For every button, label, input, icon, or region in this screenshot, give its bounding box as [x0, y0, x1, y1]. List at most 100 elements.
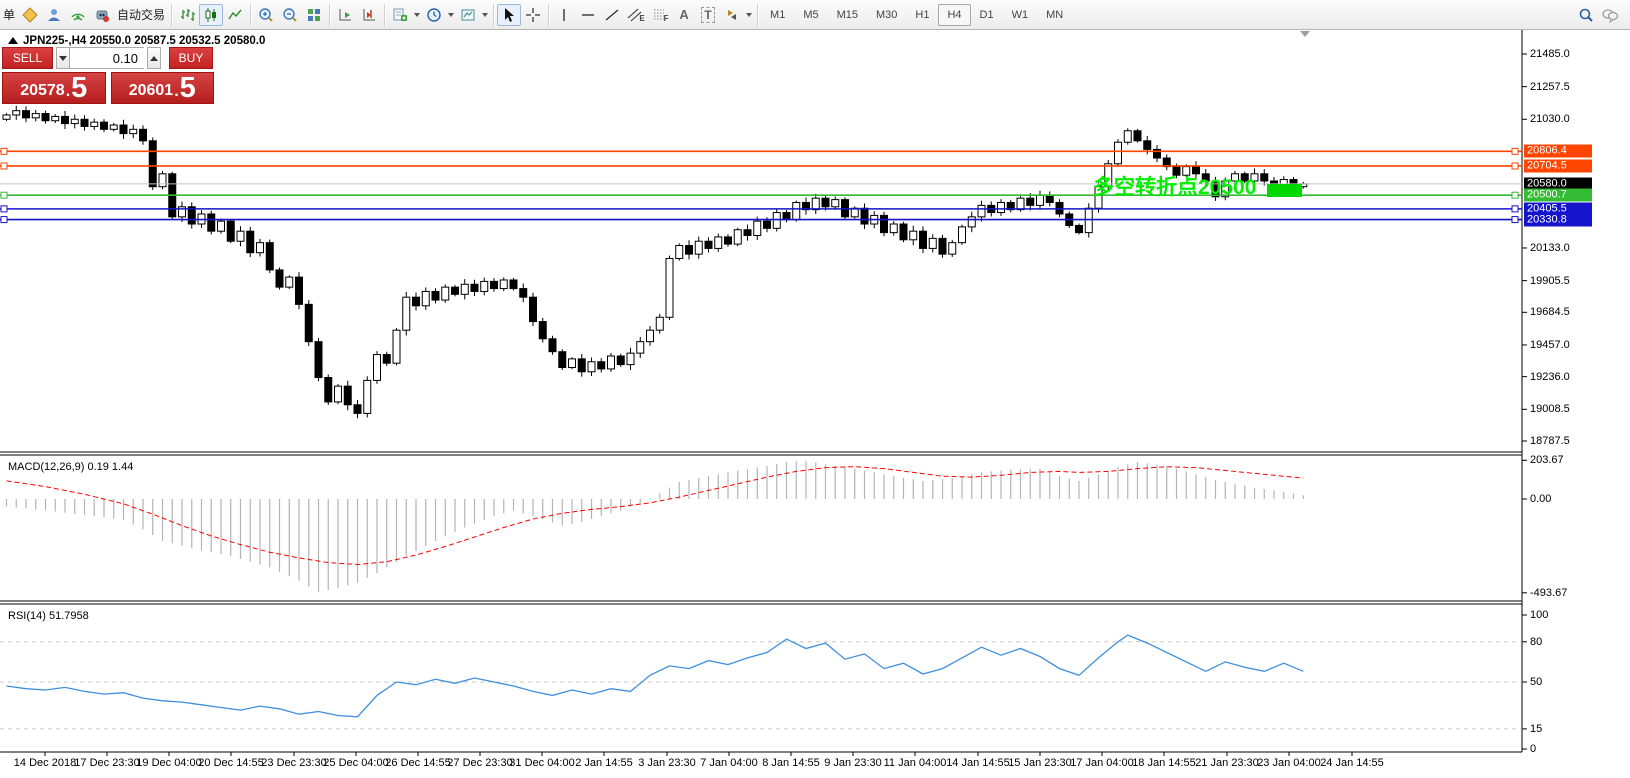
sell-button[interactable]: SELL: [2, 47, 53, 69]
candle-body[interactable]: [324, 377, 333, 403]
candle-body[interactable]: [460, 283, 469, 295]
tf-h4[interactable]: H4: [938, 3, 971, 26]
line-handle[interactable]: [0, 147, 8, 155]
line-handle[interactable]: [1511, 216, 1519, 224]
candle-body[interactable]: [607, 355, 615, 370]
candle-body[interactable]: [353, 404, 362, 414]
line-handle[interactable]: [1511, 162, 1519, 170]
candle-body[interactable]: [753, 220, 762, 236]
candle-body[interactable]: [1016, 197, 1025, 211]
candlestick-chart-button[interactable]: [199, 3, 224, 26]
candle-body[interactable]: [977, 204, 986, 218]
crosshair-button[interactable]: [521, 4, 545, 26]
candle-body[interactable]: [343, 385, 352, 406]
candle-body[interactable]: [928, 237, 937, 249]
add-indicator-dropdown[interactable]: [414, 12, 421, 17]
volume-down-button[interactable]: [56, 47, 70, 69]
candle-body[interactable]: [275, 269, 284, 288]
candle-body[interactable]: [51, 115, 60, 122]
candle-body[interactable]: [743, 229, 752, 236]
candle-body[interactable]: [636, 341, 645, 354]
candle-body[interactable]: [470, 283, 479, 292]
candle-body[interactable]: [217, 220, 225, 232]
text-label-button[interactable]: T: [696, 4, 720, 26]
candle-body[interactable]: [22, 110, 30, 119]
candle-body[interactable]: [236, 230, 245, 242]
candle-body[interactable]: [2, 114, 11, 120]
candle-body[interactable]: [597, 361, 606, 370]
candle-body[interactable]: [616, 355, 625, 366]
candle-body[interactable]: [558, 351, 567, 368]
candle-body[interactable]: [421, 290, 430, 307]
candle-body[interactable]: [733, 229, 742, 245]
candle-body[interactable]: [899, 223, 908, 241]
tf-w1[interactable]: W1: [1003, 4, 1038, 26]
line-handle[interactable]: [1511, 205, 1519, 213]
candle-body[interactable]: [948, 242, 957, 255]
candle-body[interactable]: [587, 361, 596, 373]
zoom-out-button[interactable]: [278, 4, 302, 26]
line-handle[interactable]: [1511, 147, 1519, 155]
candle-body[interactable]: [538, 321, 547, 340]
candle-body[interactable]: [1084, 207, 1093, 234]
volume-up-button[interactable]: [147, 47, 161, 69]
candle-body[interactable]: [763, 220, 771, 229]
candle-body[interactable]: [938, 237, 947, 255]
candle-body[interactable]: [967, 216, 976, 228]
tf-mn[interactable]: MN: [1037, 4, 1072, 26]
new-order-button[interactable]: 单: [0, 6, 18, 23]
candle-body[interactable]: [441, 286, 450, 301]
candle-body[interactable]: [129, 128, 138, 135]
candle-body[interactable]: [1133, 130, 1142, 142]
zoom-in-button[interactable]: [254, 4, 278, 26]
candle-body[interactable]: [1123, 130, 1132, 143]
volume-input[interactable]: [70, 47, 144, 69]
vertical-line-button[interactable]: [552, 4, 576, 26]
candle-body[interactable]: [1036, 194, 1044, 206]
candle-body[interactable]: [226, 220, 235, 242]
candle-body[interactable]: [490, 280, 498, 290]
candle-body[interactable]: [451, 286, 459, 295]
candle-body[interactable]: [909, 230, 918, 241]
tf-h1[interactable]: H1: [906, 4, 938, 26]
candle-body[interactable]: [499, 279, 508, 290]
candle-body[interactable]: [265, 242, 274, 271]
candle-body[interactable]: [724, 236, 732, 245]
periods-button[interactable]: [422, 4, 446, 26]
tile-windows-button[interactable]: [302, 4, 326, 26]
add-indicator-button[interactable]: [388, 4, 412, 26]
tf-m15[interactable]: M15: [828, 4, 867, 26]
candle-body[interactable]: [314, 341, 323, 379]
sell-price-display[interactable]: 20578. 5: [2, 72, 106, 104]
window-collapse-icon[interactable]: [8, 37, 18, 44]
candle-body[interactable]: [31, 113, 40, 119]
candle-body[interactable]: [958, 226, 966, 244]
candle-body[interactable]: [100, 121, 108, 130]
autotrading-label[interactable]: 自动交易: [114, 6, 168, 23]
candle-body[interactable]: [685, 245, 693, 255]
candle-body[interactable]: [548, 338, 557, 353]
candle-body[interactable]: [412, 296, 420, 307]
annotation-rectangle[interactable]: [1267, 184, 1302, 197]
candle-body[interactable]: [792, 201, 801, 221]
candle-body[interactable]: [626, 352, 635, 366]
candle-body[interactable]: [363, 379, 372, 414]
buy-price-display[interactable]: 20601. 5: [110, 72, 214, 104]
templates-button[interactable]: [456, 4, 480, 26]
candle-body[interactable]: [509, 279, 518, 290]
candle-body[interactable]: [1260, 173, 1269, 182]
candle-body[interactable]: [139, 128, 147, 142]
line-chart-button[interactable]: [223, 4, 247, 26]
line-handle[interactable]: [0, 216, 8, 224]
line-handle[interactable]: [0, 205, 8, 213]
candle-body[interactable]: [70, 118, 79, 125]
candle-body[interactable]: [811, 197, 820, 211]
candle-body[interactable]: [431, 290, 440, 301]
candle-body[interactable]: [382, 354, 391, 364]
candle-body[interactable]: [256, 242, 264, 254]
bar-chart-button[interactable]: [175, 4, 199, 26]
candle-body[interactable]: [568, 358, 576, 368]
candle-body[interactable]: [1075, 224, 1083, 234]
candle-body[interactable]: [392, 329, 401, 364]
autotrading-button[interactable]: [90, 4, 114, 26]
